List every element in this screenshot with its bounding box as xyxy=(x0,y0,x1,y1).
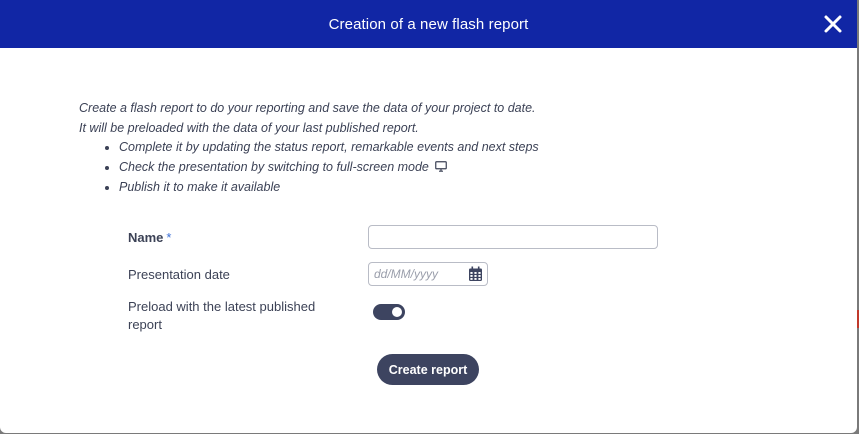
flash-report-dialog: Creation of a new flash report Create a … xyxy=(0,0,857,433)
intro-line-1: Create a flash report to do your reporti… xyxy=(79,101,536,115)
presentation-date-input[interactable] xyxy=(369,263,463,285)
intro-text: Create a flash report to do your reporti… xyxy=(79,99,539,198)
required-mark: * xyxy=(166,230,172,245)
intro-bullet-text: Complete it by updating the status repor… xyxy=(119,140,539,154)
intro-bullet-text: Publish it to make it available xyxy=(119,180,281,194)
calendar-icon[interactable] xyxy=(468,266,483,282)
intro-bullet: Check the presentation by switching to f… xyxy=(119,158,539,179)
intro-bullet-text: Check the presentation by switching to f… xyxy=(119,159,429,174)
name-input[interactable] xyxy=(368,225,658,249)
intro-bullet-list: Complete it by updating the status repor… xyxy=(79,138,539,198)
dialog-header: Creation of a new flash report xyxy=(0,0,857,48)
toggle-knob xyxy=(392,307,402,317)
preload-toggle[interactable] xyxy=(373,304,405,320)
monitor-icon xyxy=(435,159,447,179)
intro-bullet: Complete it by updating the status repor… xyxy=(119,138,539,158)
intro-bullet: Publish it to make it available xyxy=(119,178,539,198)
preload-label: Preload with the latest published report xyxy=(128,299,316,332)
name-label-text: Name xyxy=(128,230,164,245)
close-icon[interactable] xyxy=(823,14,843,34)
intro-line-2: It will be preloaded with the data of yo… xyxy=(79,120,419,135)
presentation-date-label: Presentation date xyxy=(128,267,230,282)
presentation-date-field xyxy=(368,262,488,286)
dialog-title: Creation of a new flash report xyxy=(328,15,529,33)
create-report-button[interactable]: Create report xyxy=(377,354,479,385)
name-label: Name * xyxy=(128,229,171,247)
